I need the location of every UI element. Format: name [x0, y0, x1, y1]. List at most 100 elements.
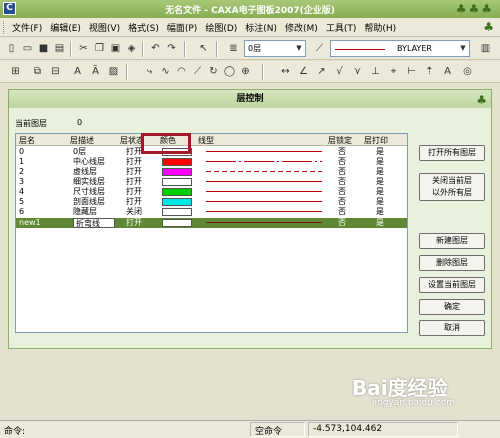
menu-modify[interactable]: 修改(M) — [285, 21, 318, 34]
open-all-layers-button[interactable]: 打开所有图层 — [419, 145, 485, 161]
polyline-icon[interactable]: ⤷ — [142, 64, 157, 79]
table-row[interactable]: 1 中心线层 打开 否 是 — [16, 157, 407, 167]
print-icon[interactable]: ▤ — [52, 41, 67, 56]
tolerance-icon[interactable]: ⌖ — [386, 64, 401, 79]
linear-dim-icon[interactable]: ↔ — [278, 64, 293, 79]
undo-icon[interactable]: ↶ — [148, 41, 163, 56]
layer-icon[interactable]: ≣ — [226, 41, 241, 56]
hatch-icon[interactable]: ▨ — [106, 64, 121, 79]
layer-lock[interactable]: 否 — [338, 207, 346, 217]
cancel-button[interactable]: 取消 — [419, 320, 485, 336]
center-mark-icon[interactable]: ⊕ — [238, 64, 253, 79]
table-row-selected[interactable]: new1 折弯线 打开 否 是 — [16, 218, 407, 228]
layer-color-swatch[interactable] — [162, 168, 192, 176]
dimension-style-icon[interactable]: Ā — [88, 64, 103, 79]
layer-linetype[interactable] — [206, 151, 322, 152]
menu-dimension[interactable]: 标注(N) — [245, 21, 277, 34]
balloon-icon[interactable]: ◎ — [460, 64, 475, 79]
layer-color-swatch[interactable] — [162, 208, 192, 216]
spline-icon[interactable]: ∿ — [158, 64, 173, 79]
table-row[interactable]: 5 剖面线层 打开 否 是 — [16, 197, 407, 207]
layer-lock[interactable]: 否 — [338, 157, 346, 167]
table-row[interactable]: 4 尺寸线层 打开 否 是 — [16, 187, 407, 197]
close-other-layers-button[interactable]: 关闭当前层 以外所有层 — [419, 173, 485, 201]
menu-edit[interactable]: 编辑(E) — [50, 21, 81, 34]
layer-print[interactable]: 是 — [376, 197, 384, 207]
table-row[interactable]: 3 细实线层 打开 否 是 — [16, 177, 407, 187]
layer-state[interactable]: 打开 — [126, 187, 142, 197]
redo-icon[interactable]: ↷ — [164, 41, 179, 56]
layer-state[interactable]: 打开 — [126, 197, 142, 207]
chevron-down-icon[interactable]: ▼ — [293, 41, 305, 56]
grid-icon[interactable]: ⊞ — [8, 64, 23, 79]
cut-plane-icon[interactable]: ⊢ — [404, 64, 419, 79]
menu-tools[interactable]: 工具(T) — [326, 21, 357, 34]
table-row[interactable]: 2 虚线层 打开 否 是 — [16, 167, 407, 177]
layer-lock[interactable]: 否 — [338, 187, 346, 197]
line-icon[interactable]: ⟋ — [190, 64, 205, 79]
layer-linetype[interactable] — [206, 211, 322, 212]
layer-color-swatch[interactable] — [162, 198, 192, 206]
linetype-icon[interactable]: ⟋ — [312, 41, 327, 56]
layer-color-swatch[interactable] — [162, 158, 192, 166]
layer-linetype[interactable] — [206, 201, 322, 202]
layer-color-swatch[interactable] — [162, 219, 192, 227]
copy-icon[interactable]: ❐ — [92, 41, 107, 56]
layer-linetype[interactable] — [206, 222, 322, 223]
layer-lock[interactable]: 否 — [338, 167, 346, 177]
properties-icon[interactable]: ◈ — [124, 41, 139, 56]
angle-dim-icon[interactable]: ∠ — [296, 64, 311, 79]
col-header-linetype[interactable]: 线型 — [198, 135, 214, 146]
datum-icon[interactable]: ⊥ — [368, 64, 383, 79]
open-file-icon[interactable]: ▭ — [20, 41, 35, 56]
help-pointer-icon[interactable]: ↖ — [196, 41, 211, 56]
new-layer-button[interactable]: 新建图层 — [419, 233, 485, 249]
layer-print[interactable]: 是 — [376, 157, 384, 167]
menu-sheet[interactable]: 幅面(P) — [167, 21, 197, 34]
color-icon[interactable]: ▥ — [478, 41, 493, 56]
circle-icon[interactable]: ◯ — [222, 64, 237, 79]
menu-grip[interactable] — [3, 21, 6, 34]
col-header-name[interactable]: 层名 — [19, 135, 35, 146]
layer-lock[interactable]: 否 — [338, 218, 346, 228]
ok-button[interactable]: 确定 — [419, 299, 485, 315]
menu-format[interactable]: 格式(S) — [128, 21, 159, 34]
layer-print[interactable]: 是 — [376, 177, 384, 187]
layer-combo[interactable]: 0层 ▼ — [244, 40, 306, 57]
layer-state[interactable]: 打开 — [126, 177, 142, 187]
layer-state[interactable]: 打开 — [126, 167, 142, 177]
text-style-icon[interactable]: A — [70, 64, 85, 79]
view-arrow-icon[interactable]: ⇡ — [422, 64, 437, 79]
chevron-down-icon[interactable]: ▼ — [457, 41, 469, 56]
save-icon[interactable]: ■ — [36, 41, 51, 56]
layer-linetype[interactable] — [206, 191, 322, 192]
layer-desc-edit-field[interactable]: 折弯线 — [73, 218, 115, 228]
layer-print[interactable]: 是 — [376, 187, 384, 197]
weld-icon[interactable]: ⋎ — [350, 64, 365, 79]
col-header-print[interactable]: 层打印 — [364, 135, 388, 146]
delete-layer-button[interactable]: 删除图层 — [419, 255, 485, 271]
linetype-combo[interactable]: BYLAYER ▼ — [330, 40, 470, 57]
layer-print[interactable]: 是 — [376, 147, 384, 157]
title-block-icon[interactable]: ⊟ — [48, 64, 63, 79]
cut-icon[interactable]: ✂ — [76, 41, 91, 56]
layer-state[interactable]: 关闭 — [126, 207, 142, 217]
layer-lock[interactable]: 否 — [338, 177, 346, 187]
layer-linetype[interactable] — [206, 171, 322, 172]
layer-state[interactable]: 打开 — [126, 147, 142, 157]
layer-color-swatch[interactable] — [162, 188, 192, 196]
col-header-desc[interactable]: 层描述 — [70, 135, 94, 146]
layer-lock[interactable]: 否 — [338, 147, 346, 157]
layer-lock[interactable]: 否 — [338, 197, 346, 207]
layer-print[interactable]: 是 — [376, 218, 384, 228]
set-current-layer-button[interactable]: 设置当前图层 — [419, 277, 485, 293]
menu-help[interactable]: 帮助(H) — [364, 21, 396, 34]
layer-print[interactable]: 是 — [376, 207, 384, 217]
arc-icon[interactable]: ◠ — [174, 64, 189, 79]
leader-icon[interactable]: ↗ — [314, 64, 329, 79]
layer-color-swatch[interactable] — [162, 178, 192, 186]
layer-linetype[interactable] — [206, 181, 322, 182]
menu-draw[interactable]: 绘图(D) — [205, 21, 237, 34]
rotate-icon[interactable]: ↻ — [206, 64, 221, 79]
menu-view[interactable]: 视图(V) — [89, 21, 120, 34]
